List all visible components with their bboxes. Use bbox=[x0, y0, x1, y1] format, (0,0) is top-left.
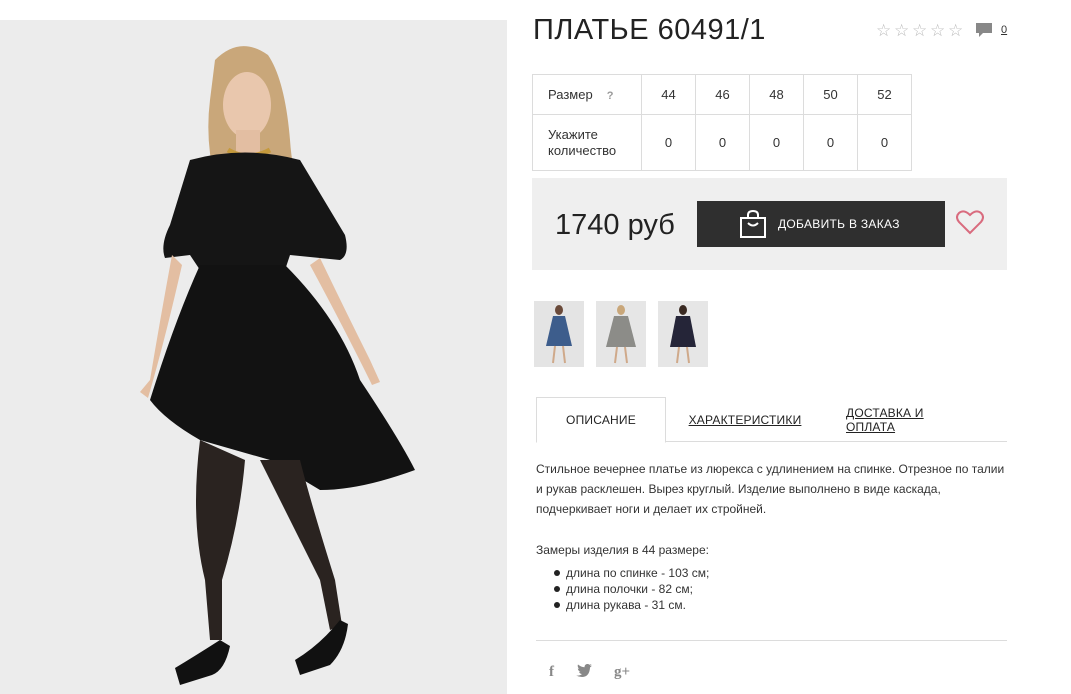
size-label: Размер bbox=[548, 87, 593, 102]
social-share: f g+ bbox=[549, 663, 630, 681]
size-option: 48 bbox=[749, 74, 804, 115]
tab-delivery-payment[interactable]: ДОСТАВКА И ОПЛАТА bbox=[846, 397, 976, 442]
comment-count[interactable]: 0 bbox=[1001, 24, 1007, 36]
comments-link[interactable]: 0 bbox=[975, 22, 1007, 38]
tab-characteristics[interactable]: ХАРАКТЕРИСТИКИ bbox=[686, 397, 804, 442]
size-row: Размер? 44 46 48 50 52 bbox=[532, 74, 912, 115]
size-quantity-table: Размер? 44 46 48 50 52 Укажите количеств… bbox=[532, 74, 912, 171]
product-title: ПЛАТЬЕ 60491/1 bbox=[533, 14, 766, 46]
list-item: длина полочки - 82 см; bbox=[552, 581, 709, 597]
price: 1740 руб bbox=[555, 209, 675, 241]
size-label-cell: Размер? bbox=[532, 74, 642, 115]
product-description: Стильное вечернее платье из люрекса с уд… bbox=[536, 462, 1005, 516]
list-item: длина по спинке - 103 см; bbox=[552, 565, 709, 581]
star-icon[interactable]: ☆ bbox=[912, 22, 929, 39]
main-product-photo bbox=[0, 20, 507, 694]
divider bbox=[536, 640, 1007, 641]
size-option: 50 bbox=[803, 74, 858, 115]
shopping-bag-icon bbox=[740, 209, 766, 238]
quantity-row: Укажите количество 0 0 0 0 0 bbox=[532, 114, 912, 171]
heart-icon[interactable] bbox=[956, 209, 984, 235]
quantity-input[interactable]: 0 bbox=[749, 114, 804, 171]
star-icon[interactable]: ☆ bbox=[930, 22, 947, 39]
add-to-order-label: ДОБАВИТЬ В ЗАКАЗ bbox=[778, 217, 900, 231]
google-plus-icon[interactable]: g+ bbox=[614, 664, 630, 681]
quantity-input[interactable]: 0 bbox=[641, 114, 696, 171]
buy-box: 1740 руб ДОБАВИТЬ В ЗАКАЗ bbox=[532, 178, 1007, 270]
thumbnail-dark-dress[interactable] bbox=[658, 301, 708, 367]
size-help-icon[interactable]: ? bbox=[607, 90, 614, 102]
thumbnail-gallery bbox=[534, 301, 708, 367]
size-option: 52 bbox=[857, 74, 912, 115]
tab-description[interactable]: ОПИСАНИЕ bbox=[536, 397, 666, 443]
facebook-icon[interactable]: f bbox=[549, 664, 554, 681]
comment-bubble-icon bbox=[976, 23, 992, 37]
measures-list: длина по спинке - 103 см; длина полочки … bbox=[552, 565, 709, 613]
product-tabs: ОПИСАНИЕ ХАРАКТЕРИСТИКИ ДОСТАВКА И ОПЛАТ… bbox=[536, 397, 1007, 443]
quantity-input[interactable]: 0 bbox=[695, 114, 750, 171]
star-icon[interactable]: ☆ bbox=[894, 22, 911, 39]
quantity-input[interactable]: 0 bbox=[803, 114, 858, 171]
rating-stars[interactable]: ☆ ☆ ☆ ☆ ☆ bbox=[876, 22, 965, 39]
quantity-input[interactable]: 0 bbox=[857, 114, 912, 171]
star-icon[interactable]: ☆ bbox=[948, 22, 965, 39]
size-option: 44 bbox=[641, 74, 696, 115]
thumbnail-blue-dress[interactable] bbox=[534, 301, 584, 367]
list-item: длина рукава - 31 см. bbox=[552, 597, 709, 613]
quantity-label: Укажите количество bbox=[548, 126, 617, 158]
twitter-icon[interactable] bbox=[576, 663, 592, 681]
measures-title: Замеры изделия в 44 размере: bbox=[536, 543, 709, 557]
add-to-order-button[interactable]: ДОБАВИТЬ В ЗАКАЗ bbox=[697, 201, 945, 247]
thumbnail-grey-dress[interactable] bbox=[596, 301, 646, 367]
size-option: 46 bbox=[695, 74, 750, 115]
star-icon[interactable]: ☆ bbox=[876, 22, 893, 39]
quantity-label-cell: Укажите количество bbox=[532, 114, 642, 171]
